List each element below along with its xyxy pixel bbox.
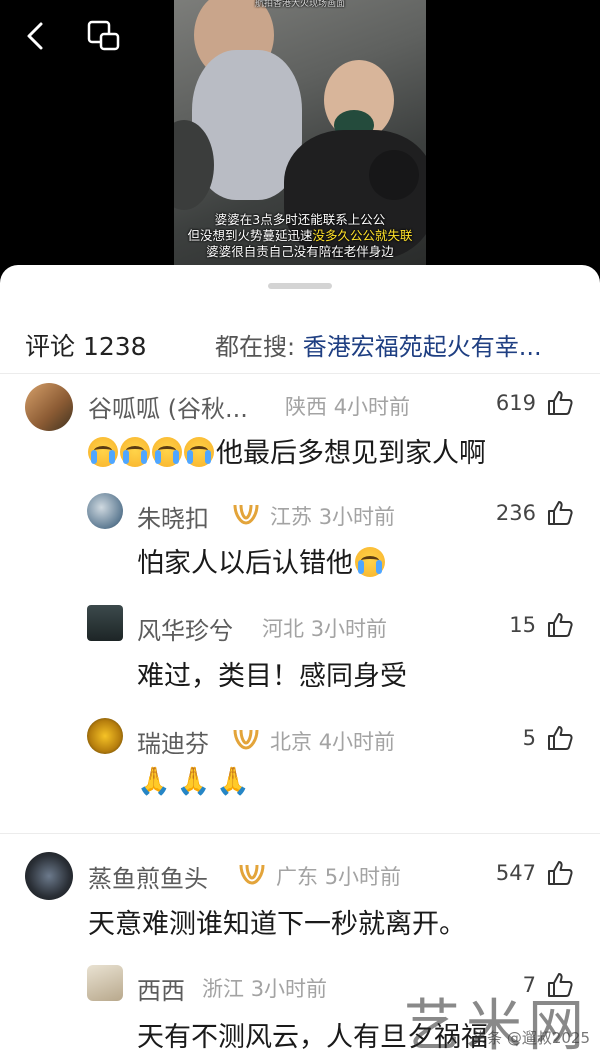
- comments-header: 评论 1238 都在搜: 香港宏福苑起火有幸...: [0, 327, 600, 362]
- watermark-author: 头条 @遛叔2025: [472, 1029, 590, 1047]
- comment-username[interactable]: 瑞迪芬: [137, 724, 209, 759]
- comment-username[interactable]: 蒸鱼煎鱼头: [88, 859, 208, 894]
- comment-text: 🙏🙏🙏: [137, 766, 256, 797]
- avatar[interactable]: [87, 493, 123, 529]
- comment-username[interactable]: 西西: [137, 971, 185, 1006]
- trending-search-query[interactable]: 香港宏福苑起火有幸...: [303, 333, 542, 361]
- avatar[interactable]: [87, 718, 123, 754]
- comments-sheet: 评论 1238 都在搜: 香港宏福苑起火有幸... 谷呱呱 (谷秋... 陕西 …: [0, 265, 600, 1062]
- thumbs-up-icon[interactable]: [546, 611, 574, 639]
- thumbs-up-icon[interactable]: [546, 499, 574, 527]
- vip-badge-icon: [239, 864, 265, 885]
- comments-count-title: 评论 1238: [25, 332, 147, 361]
- comment-meta: 江苏 3小时前: [270, 505, 396, 529]
- video-frame: 航拍香港大火现场画面 婆婆在3点多时还能联系上公公 但没想到火势蔓延迅速没多久公…: [174, 0, 426, 265]
- avatar[interactable]: [87, 965, 123, 1001]
- thumbs-up-icon[interactable]: [546, 389, 574, 417]
- thumbs-up-icon[interactable]: [546, 859, 574, 887]
- vip-badge-icon: [233, 504, 259, 525]
- comment-text: 他最后多想见到家人啊: [88, 431, 486, 470]
- crying-emoji-icon: [184, 437, 214, 467]
- comment-meta: 浙江 3小时前: [202, 977, 328, 1001]
- comment-meta: 河北 3小时前: [262, 617, 388, 641]
- sheet-drag-handle[interactable]: [268, 283, 332, 289]
- comment-username[interactable]: 朱晓扣: [137, 499, 209, 534]
- comment-text: 难过，类目！感同身受: [137, 661, 407, 692]
- like-count: 15: [509, 613, 536, 637]
- thumbs-up-icon[interactable]: [546, 724, 574, 752]
- video-caption-line3: 婆婆很自责自己没有陪在老伴身边: [206, 244, 394, 259]
- vip-badge-icon: [233, 729, 259, 750]
- avatar[interactable]: [25, 852, 73, 900]
- trending-search-link[interactable]: 都在搜: 香港宏福苑起火有幸...: [215, 327, 542, 362]
- crying-emoji-icon: [88, 437, 118, 467]
- video-caption-line1: 婆婆在3点多时还能联系上公公: [214, 212, 386, 227]
- trending-search-prefix: 都在搜:: [215, 333, 296, 361]
- thread-divider: [0, 833, 600, 834]
- comment-text: 天意难测谁知道下一秒就离开。: [88, 909, 466, 940]
- avatar[interactable]: [25, 383, 73, 431]
- crying-emoji-icon: [120, 437, 150, 467]
- avatar[interactable]: [87, 605, 123, 641]
- like-count: 236: [495, 501, 536, 525]
- comment-text: 怕家人以后认错他: [137, 541, 387, 580]
- picture-in-picture-button[interactable]: [86, 18, 122, 54]
- crying-emoji-icon: [152, 437, 182, 467]
- comment-username[interactable]: 风华珍兮: [137, 611, 233, 646]
- like-count: 5: [522, 726, 536, 750]
- crying-emoji-icon: [355, 547, 385, 577]
- picture-in-picture-icon: [87, 20, 120, 51]
- watermark-logo: 艺米网: [404, 994, 590, 1059]
- video-caption-line2: 但没想到火势蔓延迅速没多久公公就失联: [187, 228, 413, 243]
- comment-meta: 广东 5小时前: [276, 865, 402, 889]
- video-player[interactable]: 航拍香港大火现场画面 婆婆在3点多时还能联系上公公 但没想到火势蔓延迅速没多久公…: [0, 0, 600, 290]
- chevron-left-icon: [27, 22, 43, 50]
- like-count: 619: [495, 391, 536, 415]
- comment-meta: 陕西 4小时前: [285, 395, 411, 419]
- back-button[interactable]: [17, 18, 53, 54]
- video-top-caption: 航拍香港大火现场画面: [254, 0, 345, 9]
- header-divider: [0, 373, 600, 374]
- like-count: 547: [495, 861, 536, 885]
- comment-meta: 北京 4小时前: [270, 730, 396, 754]
- comment-username[interactable]: 谷呱呱 (谷秋...: [88, 389, 248, 424]
